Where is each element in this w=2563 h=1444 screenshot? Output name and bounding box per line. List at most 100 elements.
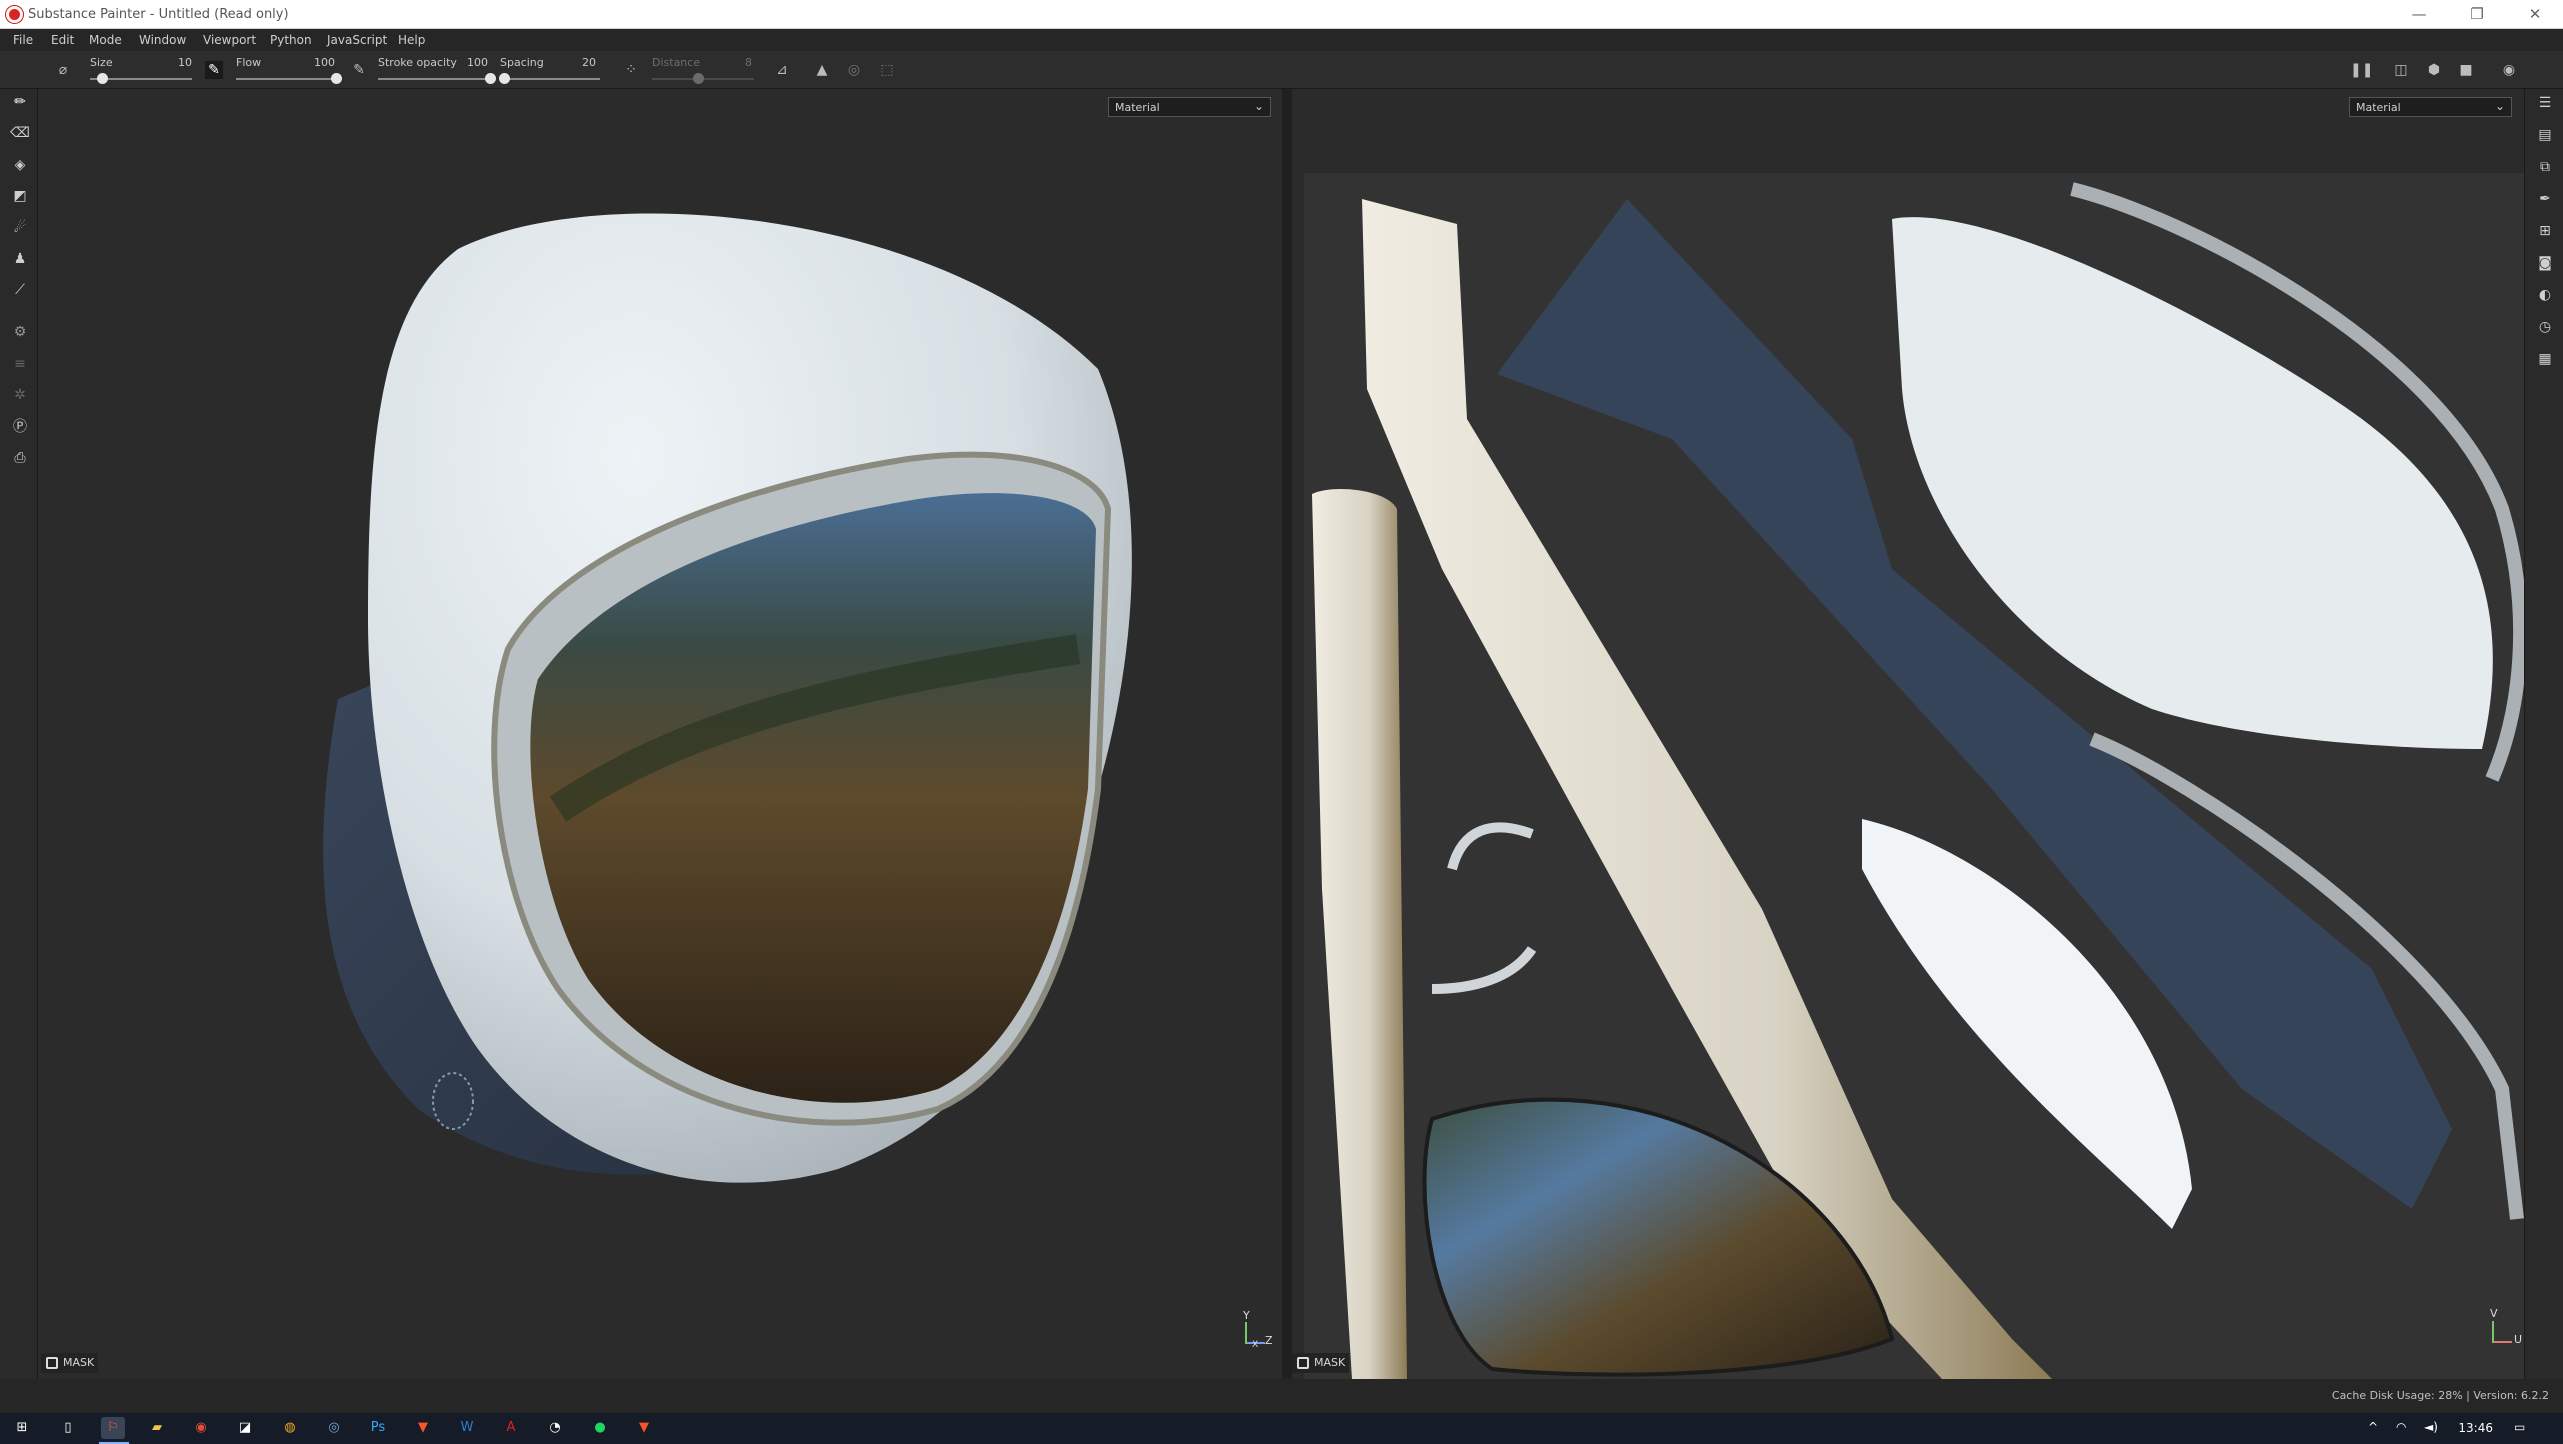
camera-icon[interactable]: ◙	[2535, 253, 2555, 273]
smudge-icon[interactable]: ☄	[10, 218, 30, 238]
network-icon[interactable]: ◠	[2396, 1420, 2406, 1434]
spacing-value[interactable]: 20	[566, 56, 596, 69]
start-icon[interactable]: ⊞	[10, 1417, 34, 1439]
viewport-3d-channel-value: Material	[1115, 101, 1160, 114]
viewport-3d[interactable]: Material ⌄ Y Z X MASK	[38, 89, 1282, 1379]
substance-painter-window: Substance Painter - Untitled (Read only)…	[0, 0, 2563, 1444]
stroke-opacity-slider[interactable]	[378, 78, 490, 80]
spacing-slider[interactable]	[500, 78, 600, 80]
split-view-icon[interactable]: ◫	[2392, 61, 2410, 79]
menu-python[interactable]: Python	[270, 33, 312, 47]
spacing-label: Spacing	[500, 56, 544, 69]
3d-view-icon[interactable]: ⬢	[2425, 61, 2443, 79]
lazy-mouse-icon[interactable]: ⁘	[622, 61, 640, 79]
volume-icon[interactable]: ◄)	[2424, 1420, 2438, 1434]
mask-label: MASK	[1314, 1356, 1346, 1369]
properties-icon[interactable]: ✒	[2535, 189, 2555, 209]
blender-icon[interactable]: ◍	[278, 1417, 302, 1439]
steam-icon[interactable]: ◔	[543, 1417, 567, 1439]
projection-icon[interactable]: ◈	[10, 155, 30, 175]
menu-help[interactable]: Help	[398, 33, 425, 47]
paint-brush-icon[interactable]: ✏	[10, 92, 30, 112]
camera-mode-icon[interactable]: ■	[2457, 61, 2475, 79]
stroke-opacity-value[interactable]: 100	[458, 56, 488, 69]
size-slider-knob[interactable]	[97, 73, 109, 84]
filter-icon: ✲	[14, 387, 26, 403]
viewport-2d-channel-select[interactable]: Material ⌄	[2349, 97, 2512, 117]
photoshop-taskbar-icon[interactable]: Ps	[366, 1417, 390, 1439]
bake-settings-icon[interactable]: ⚙	[10, 322, 30, 342]
task-view-icon[interactable]: ▯	[56, 1417, 80, 1439]
flow-value[interactable]: 100	[305, 56, 335, 69]
daz-icon[interactable]: ◉	[189, 1417, 213, 1439]
clone-icon[interactable]: ♟	[10, 249, 30, 269]
menu-javascript[interactable]: JavaScript	[327, 33, 387, 47]
spacing-slider-knob[interactable]	[499, 73, 510, 84]
viewport-2d[interactable]: Material ⌄ V U MASK	[1292, 89, 2524, 1379]
file-explorer-icon[interactable]: ▰	[145, 1417, 169, 1439]
os-taskbar: ⊞ ▯ ⚐ ▰ ◉ ◪ ◍ ◎ Ps ▼ W A ◔ ● ▼ ^ ◠ ◄) 13…	[0, 1413, 2563, 1444]
word-icon[interactable]: W	[455, 1417, 479, 1439]
stroke-opacity-slider-knob[interactable]	[485, 73, 496, 84]
restore-button[interactable]: ❐	[2448, 0, 2506, 29]
flow-pressure-toggle-icon[interactable]: ✎	[350, 61, 368, 79]
photoshop-icon[interactable]: Ⓟ	[10, 417, 30, 437]
symmetry-options-icon[interactable]: ◎	[845, 61, 863, 79]
layer-stack-icon[interactable]: ⧉	[2535, 157, 2555, 177]
gizmo-z-label: Z	[1265, 1334, 1273, 1347]
layers-panel-icon[interactable]: ☰	[2535, 93, 2555, 113]
pause-icon[interactable]: ❚❚	[2350, 61, 2373, 79]
size-pressure-toggle-icon[interactable]: ✎	[205, 61, 223, 79]
size-value[interactable]: 10	[162, 56, 192, 69]
axis-gizmo-v	[2492, 1321, 2494, 1343]
clock[interactable]: 13:46	[2458, 1421, 2493, 1435]
uv-texture-map	[1304, 173, 2524, 1379]
polygon-fill-icon[interactable]: ◩	[10, 186, 30, 206]
menu-edit[interactable]: Edit	[51, 33, 74, 47]
browser-icon[interactable]: ◎	[322, 1417, 346, 1439]
symmetry-icon[interactable]: ▲	[813, 61, 831, 79]
screenshot-icon[interactable]: ◉	[2500, 61, 2518, 79]
layer-stack-icon: ≡	[14, 356, 26, 372]
distance-value: 8	[745, 56, 752, 69]
viewport-2d-mask-toggle[interactable]: MASK	[1292, 1353, 1350, 1373]
app-icon[interactable]: ◪	[233, 1417, 257, 1439]
shader-icon[interactable]: ◐	[2535, 285, 2555, 305]
brave-beta-icon[interactable]: ▼	[632, 1417, 656, 1439]
menu-mode[interactable]: Mode	[89, 33, 122, 47]
left-tool-strip: ✏ ⌫ ◈ ◩ ☄ ♟ ⟋ ⚙ ≡ ✲ Ⓟ ⎙	[0, 89, 38, 1379]
flow-slider-knob[interactable]	[331, 73, 342, 84]
menu-file[interactable]: File	[13, 33, 33, 47]
export-icon[interactable]: ⎙	[10, 448, 30, 468]
menu-window[interactable]: Window	[139, 33, 186, 47]
eraser-icon[interactable]: ⌫	[10, 123, 30, 143]
menu-viewport[interactable]: Viewport	[203, 33, 256, 47]
tray-overflow-icon[interactable]: ^	[2368, 1420, 2378, 1434]
mask-checkbox[interactable]	[1297, 1357, 1309, 1369]
axis-gizmo-y	[1245, 1322, 1247, 1344]
close-button[interactable]: ✕	[2506, 0, 2563, 29]
viewport-3d-channel-select[interactable]: Material ⌄	[1108, 97, 1271, 117]
brave-icon[interactable]: ▼	[411, 1417, 435, 1439]
display-settings-icon[interactable]: ⊞	[2535, 221, 2555, 241]
history-icon[interactable]: ◷	[2535, 317, 2555, 337]
size-label: Size	[90, 56, 113, 69]
flow-slider[interactable]	[236, 78, 336, 80]
log-icon[interactable]: ▦	[2535, 349, 2555, 369]
texture-set-icon[interactable]: ▤	[2535, 125, 2555, 145]
menu-bar: File Edit Mode Window Viewport Python Ja…	[0, 29, 2563, 51]
viewport-3d-mask-toggle[interactable]: MASK	[41, 1353, 99, 1373]
minimize-button[interactable]: —	[2390, 0, 2448, 29]
acrobat-icon[interactable]: A	[499, 1417, 523, 1439]
helmet-3d-render	[323, 213, 1132, 1183]
spotify-icon[interactable]: ●	[588, 1417, 612, 1439]
brush-presets-icon[interactable]: ⌀	[54, 61, 72, 79]
viewport-splitter[interactable]	[1282, 89, 1292, 1379]
axis-gizmo-u	[2494, 1341, 2512, 1343]
transform-icon[interactable]: ⬚	[878, 61, 896, 79]
notifications-icon[interactable]: ▭	[2514, 1420, 2525, 1434]
color-picker-icon[interactable]: ⟋	[10, 280, 30, 300]
substance-painter-taskbar-icon[interactable]: ⚐	[101, 1417, 125, 1439]
alignment-icon[interactable]: ⊿	[773, 61, 791, 79]
mask-checkbox[interactable]	[46, 1357, 58, 1369]
